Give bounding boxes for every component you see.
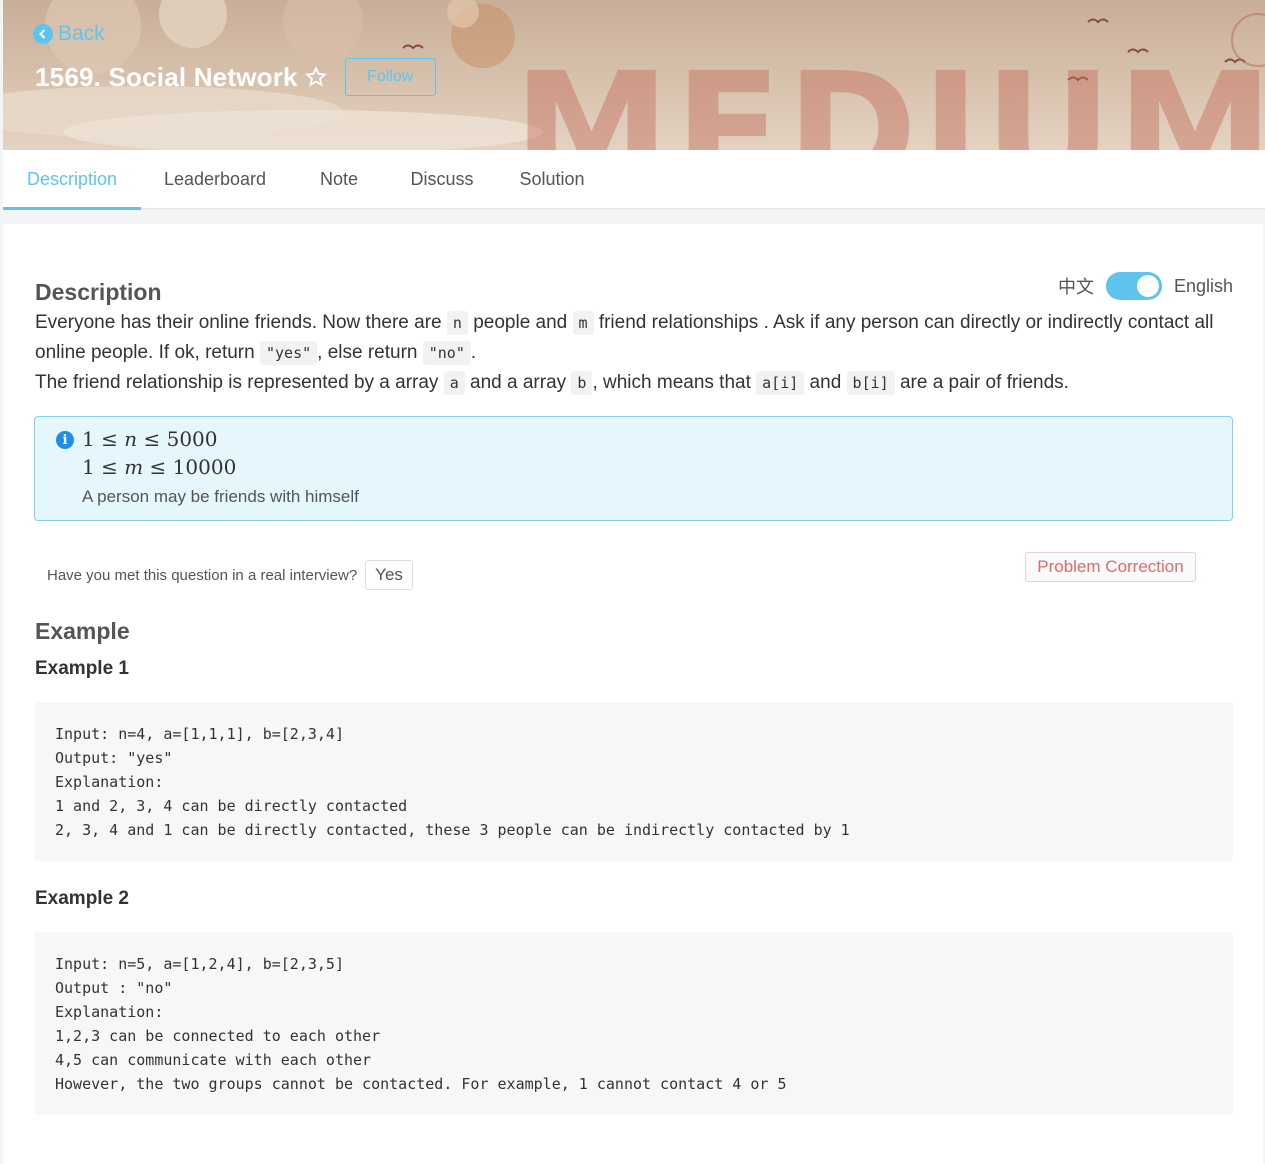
text: and a array bbox=[464, 372, 572, 393]
tab-discuss[interactable]: Discuss bbox=[389, 150, 495, 209]
back-label: Back bbox=[58, 22, 105, 45]
text: . bbox=[470, 342, 477, 363]
code-ai: a[i] bbox=[756, 371, 805, 395]
description-paragraph-1: Everyone has their online friends. Now t… bbox=[35, 308, 1215, 368]
problem-correction-button[interactable]: Problem Correction bbox=[1025, 552, 1196, 582]
info-icon: i bbox=[56, 431, 74, 449]
problem-header-banner: MEDIUM Back 1569. Social Network Follow bbox=[3, 0, 1265, 150]
example-1-code: Input: n=4, a=[1,1,1], b=[2,3,4] Output:… bbox=[34, 702, 1233, 861]
math: ≤ bbox=[143, 427, 161, 451]
description-body: Everyone has their online friends. Now t… bbox=[35, 308, 1215, 398]
math: 5000 bbox=[166, 427, 218, 451]
text: Everyone has their online friends. Now t… bbox=[35, 312, 447, 333]
math: n bbox=[124, 427, 138, 451]
back-link[interactable]: Back bbox=[33, 22, 105, 46]
problem-content: Description 中文 English Everyone has thei… bbox=[3, 224, 1263, 1164]
math: 10000 bbox=[172, 455, 237, 479]
example-2-code: Input: n=5, a=[1,2,4], b=[2,3,5] Output … bbox=[34, 932, 1233, 1115]
constraints-box: i 1 ≤ n ≤ 5000 1 ≤ m ≤ 10000 A person ma… bbox=[34, 416, 1233, 521]
language-toggle: 中文 English bbox=[1058, 272, 1233, 300]
code-bi: b[i] bbox=[846, 371, 895, 395]
math: 1 bbox=[82, 427, 95, 451]
chevron-left-icon bbox=[33, 24, 53, 44]
tab-leaderboard[interactable]: Leaderboard bbox=[141, 150, 289, 209]
title-row: 1569. Social Network Follow bbox=[35, 58, 436, 96]
code-b: b bbox=[571, 371, 593, 395]
tab-description[interactable]: Description bbox=[3, 150, 141, 210]
constraint-m: 1 ≤ m ≤ 10000 bbox=[82, 455, 236, 479]
yes-button[interactable]: Yes bbox=[365, 560, 413, 590]
difficulty-watermark: MEDIUM bbox=[513, 39, 1265, 150]
code-yes: "yes" bbox=[259, 341, 318, 365]
code-n: n bbox=[446, 311, 468, 335]
text: , which means that bbox=[592, 372, 757, 393]
text: and bbox=[804, 372, 847, 393]
text: are a pair of friends. bbox=[894, 372, 1069, 393]
code-m: m bbox=[572, 311, 594, 335]
constraint-note: A person may be friends with himself bbox=[82, 487, 359, 506]
interview-question-text: Have you met this question in a real int… bbox=[47, 566, 358, 584]
math: m bbox=[124, 455, 144, 479]
constraint-n: 1 ≤ n ≤ 5000 bbox=[82, 427, 218, 451]
math: ≤ bbox=[149, 455, 167, 479]
text: The friend relationship is represented b… bbox=[35, 372, 444, 393]
tab-bar: Description Leaderboard Note Discuss Sol… bbox=[3, 150, 1265, 210]
switch-knob bbox=[1136, 275, 1159, 297]
star-icon[interactable] bbox=[304, 66, 327, 88]
example-heading: Example bbox=[35, 618, 130, 644]
tab-solution[interactable]: Solution bbox=[495, 150, 609, 209]
follow-button[interactable]: Follow bbox=[344, 58, 436, 96]
code-a: a bbox=[443, 371, 465, 395]
description-heading: Description bbox=[35, 279, 162, 305]
math: ≤ bbox=[101, 455, 118, 479]
example-1-label: Example 1 bbox=[35, 658, 129, 679]
description-paragraph-2: The friend relationship is represented b… bbox=[35, 368, 1215, 398]
language-switch[interactable] bbox=[1105, 272, 1162, 300]
example-2-label: Example 2 bbox=[35, 888, 129, 909]
lang-en-label[interactable]: English bbox=[1174, 276, 1233, 297]
interview-question: Have you met this question in a real int… bbox=[47, 560, 413, 590]
code-no: "no" bbox=[422, 341, 471, 365]
tab-note[interactable]: Note bbox=[289, 150, 389, 209]
lang-cn-label[interactable]: 中文 bbox=[1058, 273, 1094, 299]
problem-title: 1569. Social Network bbox=[35, 61, 298, 92]
math: ≤ bbox=[101, 427, 118, 451]
text: people and bbox=[467, 312, 573, 333]
text: , else return bbox=[317, 342, 423, 363]
math: 1 bbox=[82, 455, 95, 479]
